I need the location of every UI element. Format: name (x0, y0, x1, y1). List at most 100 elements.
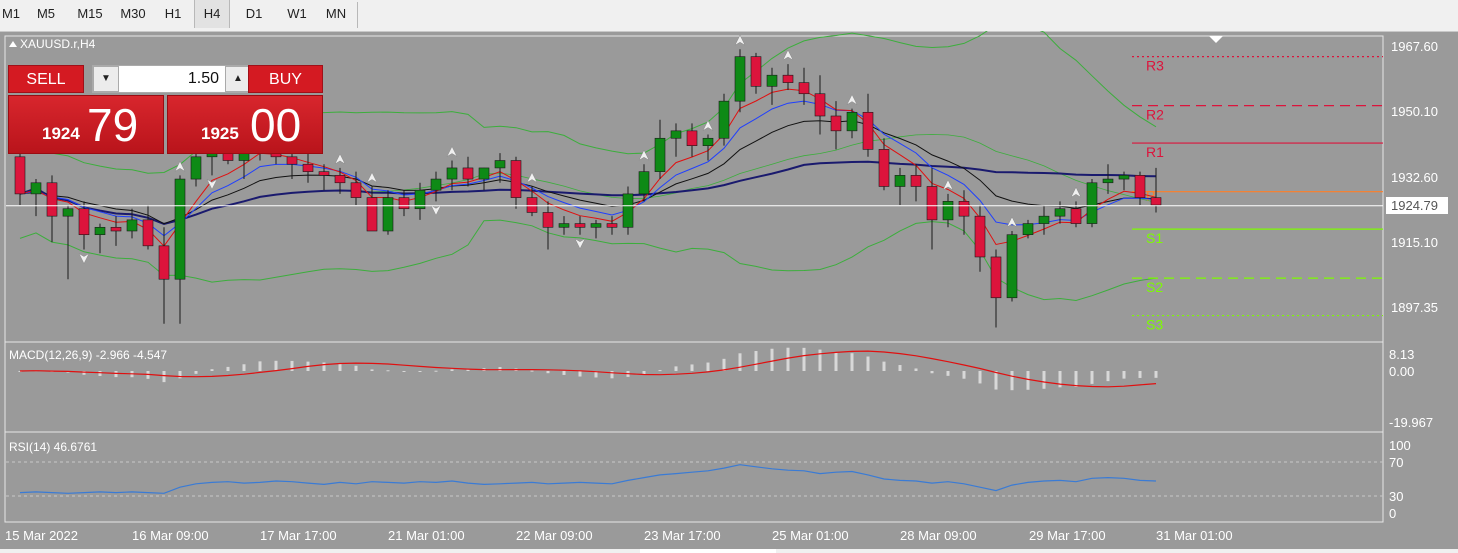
fractal-up-arrow-icon (782, 49, 794, 61)
timeframe-w1-button[interactable]: W1 (280, 0, 314, 28)
macd-histogram-bar (210, 369, 214, 371)
candle-body (398, 197, 410, 210)
candle-body (1006, 234, 1018, 299)
collapse-arrow-icon[interactable] (9, 41, 17, 47)
timeframe-toolbar: M1 M5 M15 M30 H1 H4 D1 W1 MN (0, 0, 1458, 32)
candle-body (670, 130, 682, 139)
macd-histogram-bar (1122, 371, 1126, 379)
candle-body (734, 56, 746, 102)
macd-histogram-bar (450, 369, 454, 371)
fractal-down-arrow-icon (430, 204, 442, 216)
macd-scale-label: 0.00 (1389, 364, 1414, 379)
candle-body (782, 74, 794, 83)
rsi-panel-frame (4, 431, 1384, 523)
buy-button[interactable]: BUY (248, 65, 323, 93)
macd-histogram-bar (322, 362, 326, 371)
timeframe-m30-button[interactable]: M30 (113, 0, 153, 28)
pivot-label: S2 (1146, 279, 1163, 295)
candle-body (638, 171, 650, 195)
lot-size-value[interactable]: 1.50 (121, 66, 223, 92)
candle-body (30, 182, 42, 195)
chart-shift-marker-icon[interactable] (1209, 36, 1223, 43)
macd-histogram-bar (114, 371, 118, 378)
candle-body (622, 193, 634, 228)
macd-histogram-bar (946, 371, 950, 376)
lot-size-field[interactable]: ▼ 1.50 ▲ (92, 65, 252, 93)
price-label: 1897.35 (1391, 300, 1438, 315)
sell-button[interactable]: SELL (8, 65, 84, 93)
buy-price-box[interactable]: 1925 00 (167, 95, 323, 154)
macd-histogram-bar (674, 366, 678, 371)
candle-body (126, 219, 138, 232)
macd-histogram-bar (770, 348, 774, 371)
candle-body (382, 197, 394, 232)
candle-body (94, 226, 106, 236)
fractal-up-arrow-icon (366, 171, 378, 184)
macd-histogram-bar (610, 371, 614, 379)
candle-body (46, 182, 58, 217)
active-chart-tab[interactable] (640, 549, 776, 553)
macd-histogram-bar (1090, 371, 1094, 384)
candle-body (510, 160, 522, 198)
candle-body (702, 137, 714, 146)
candle-body (990, 256, 1002, 299)
timeframe-m15-button[interactable]: M15 (70, 0, 110, 28)
macd-histogram-bar (386, 370, 390, 372)
candle-body (750, 56, 762, 87)
pivot-label: R1 (1146, 144, 1164, 160)
macd-histogram-bar (690, 364, 694, 371)
date-label: 15 Mar 2022 (5, 528, 78, 543)
macd-histogram-bar (994, 371, 998, 390)
macd-histogram-bar (226, 366, 230, 371)
candle-body (190, 156, 202, 180)
price-label: 1967.60 (1391, 39, 1438, 54)
candle-body (366, 197, 378, 232)
candle-body (942, 201, 954, 221)
candle-body (1150, 197, 1162, 206)
candle-body (78, 208, 90, 236)
candle-body (1086, 182, 1098, 224)
macd-histogram-bar (1058, 371, 1062, 388)
timeframe-h4-button[interactable]: H4 (194, 0, 230, 28)
fractal-up-arrow-icon (334, 153, 346, 165)
pivot-label: R3 (1146, 58, 1164, 74)
macd-histogram-bar (434, 370, 438, 372)
date-label: 28 Mar 09:00 (900, 528, 977, 543)
pivot-label: S1 (1146, 230, 1163, 246)
macd-scale-label: 8.13 (1389, 347, 1414, 362)
candle-body (974, 215, 986, 258)
lot-decrease-button[interactable]: ▼ (93, 66, 119, 92)
fractal-up-arrow-icon (1070, 186, 1082, 198)
candle-body (302, 163, 314, 172)
candle-body (718, 100, 730, 139)
current-price-label: 1924.79 (1391, 198, 1438, 213)
rsi-scale-label: 0 (1389, 506, 1396, 521)
candle-body (446, 167, 458, 180)
candle-body (590, 223, 602, 228)
bollinger-lower-band (19, 219, 1157, 302)
rsi-title: RSI(14) 46.6761 (9, 440, 97, 454)
fractal-up-arrow-icon (446, 145, 458, 158)
timeframe-d1-button[interactable]: D1 (237, 0, 271, 28)
candle-body (526, 197, 538, 213)
date-label: 25 Mar 01:00 (772, 528, 849, 543)
timeframe-mn-button[interactable]: MN (318, 0, 354, 28)
candle-body (574, 223, 586, 228)
pivot-lines: R3R2R1PS1S2S3 (1132, 56, 1383, 333)
candle-body (350, 182, 362, 198)
macd-histogram-bar (402, 371, 406, 372)
fractal-up-arrow-icon (846, 94, 858, 106)
candle-body (958, 201, 970, 217)
macd-histogram-bar (274, 360, 278, 371)
sell-price-box[interactable]: 1924 79 (8, 95, 164, 154)
candle-body (1118, 175, 1130, 180)
candle-body (334, 175, 346, 184)
macd-histogram-bar (578, 371, 582, 377)
macd-histogram-bar (754, 351, 758, 371)
macd-signal-line (19, 350, 1157, 388)
fractal-up-arrow-icon (526, 171, 538, 184)
timeframe-m5-button[interactable]: M5 (30, 0, 62, 28)
timeframe-m1-button[interactable]: M1 (0, 0, 22, 28)
timeframe-h1-button[interactable]: H1 (157, 0, 189, 28)
macd-histogram-bar (882, 361, 886, 371)
